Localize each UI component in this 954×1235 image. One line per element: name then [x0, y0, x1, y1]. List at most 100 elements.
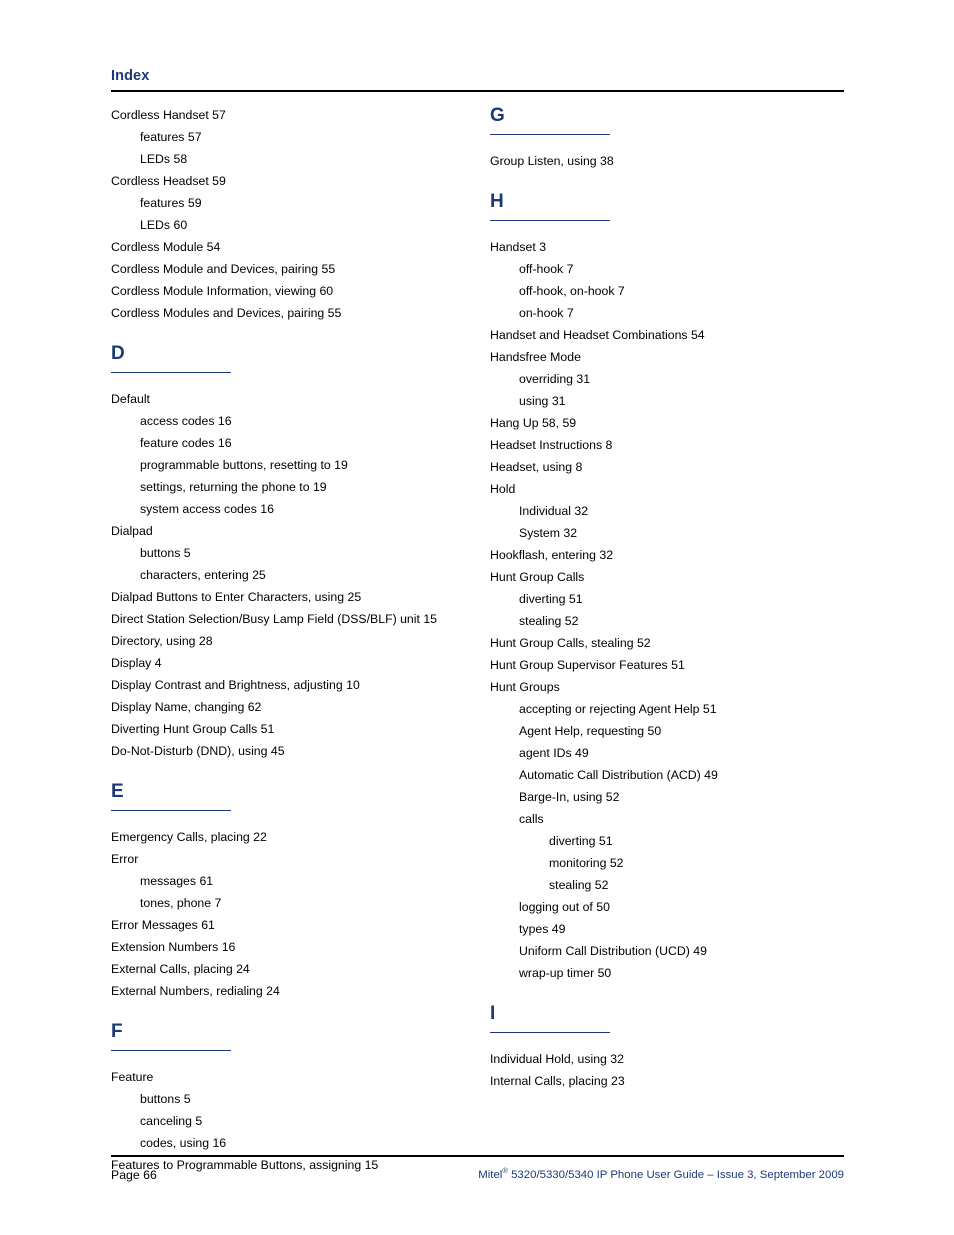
index-entry[interactable]: LEDs 60	[111, 214, 491, 236]
index-entry[interactable]: Error	[111, 848, 491, 870]
index-page: Index Cordless Handset 57 features 57 LEDs…	[0, 0, 954, 1235]
letter-heading: H	[490, 191, 504, 212]
index-entry[interactable]: canceling 5	[111, 1110, 491, 1132]
index-entry[interactable]: monitoring 52	[490, 852, 870, 874]
index-entry[interactable]: Cordless Module Information, viewing 60	[111, 280, 491, 302]
index-letter-section-h: H	[490, 190, 870, 221]
index-entry[interactable]: Direct Station Selection/Busy Lamp Field…	[111, 608, 491, 630]
index-entry[interactable]: Hunt Group Calls	[490, 566, 870, 588]
index-entry[interactable]: Default	[111, 388, 491, 410]
index-entry[interactable]: logging out of 50	[490, 896, 870, 918]
index-entry[interactable]: External Calls, placing 24	[111, 958, 491, 980]
index-entry[interactable]: Agent Help, requesting 50	[490, 720, 870, 742]
index-entry[interactable]: system access codes 16	[111, 498, 491, 520]
index-entry[interactable]: Group Listen, using 38	[490, 150, 870, 172]
letter-heading: D	[111, 343, 125, 364]
index-entry[interactable]: Dialpad	[111, 520, 491, 542]
index-entry[interactable]: on-hook 7	[490, 302, 870, 324]
index-entry[interactable]: calls	[490, 808, 870, 830]
index-entry[interactable]: Headset, using 8	[490, 456, 870, 478]
index-entry[interactable]: Individual Hold, using 32	[490, 1048, 870, 1070]
index-entry[interactable]: agent IDs 49	[490, 742, 870, 764]
index-letter-section-f: F	[111, 1020, 491, 1051]
index-entry[interactable]: codes, using 16	[111, 1132, 491, 1154]
index-entry[interactable]: Extension Numbers 16	[111, 936, 491, 958]
footer-guide-text: 5320/5330/5340 IP Phone User Guide – Iss…	[507, 1169, 844, 1181]
index-entry[interactable]: Hold	[490, 478, 870, 500]
footer-page-number: Page 66	[111, 1168, 157, 1182]
index-entry[interactable]: Display Name, changing 62	[111, 696, 491, 718]
index-entry[interactable]: settings, returning the phone to 19	[111, 476, 491, 498]
index-entry[interactable]: feature codes 16	[111, 432, 491, 454]
index-entry[interactable]: off-hook, on-hook 7	[490, 280, 870, 302]
index-entry[interactable]: Cordless Modules and Devices, pairing 55	[111, 302, 491, 324]
index-entry[interactable]: diverting 51	[490, 830, 870, 852]
index-entry[interactable]: buttons 5	[111, 542, 491, 564]
index-entry[interactable]: Cordless Module 54	[111, 236, 491, 258]
index-entry[interactable]: Cordless Handset 57	[111, 104, 491, 126]
index-entry[interactable]: diverting 51	[490, 588, 870, 610]
index-entry[interactable]: messages 61	[111, 870, 491, 892]
index-entry[interactable]: off-hook 7	[490, 258, 870, 280]
page-footer: Page 66 Mitel® 5320/5330/5340 IP Phone U…	[111, 1166, 844, 1184]
index-entry[interactable]: stealing 52	[490, 610, 870, 632]
index-entry[interactable]: System 32	[490, 522, 870, 544]
index-entry[interactable]: Do-Not-Disturb (DND), using 45	[111, 740, 491, 762]
index-entry[interactable]: features 57	[111, 126, 491, 148]
index-entry[interactable]: Emergency Calls, placing 22	[111, 826, 491, 848]
index-entry[interactable]: stealing 52	[490, 874, 870, 896]
index-letter-section-e: E	[111, 780, 491, 811]
index-entry[interactable]: tones, phone 7	[111, 892, 491, 914]
index-entry[interactable]: Handset 3	[490, 236, 870, 258]
index-entry[interactable]: buttons 5	[111, 1088, 491, 1110]
index-entry[interactable]: Handsfree Mode	[490, 346, 870, 368]
index-entry[interactable]: Directory, using 28	[111, 630, 491, 652]
index-entry[interactable]: types 49	[490, 918, 870, 940]
index-entry[interactable]: Error Messages 61	[111, 914, 491, 936]
index-entry[interactable]: Cordless Module and Devices, pairing 55	[111, 258, 491, 280]
index-entry[interactable]: Diverting Hunt Group Calls 51	[111, 718, 491, 740]
page-header: Index	[111, 68, 844, 92]
index-entry[interactable]: programmable buttons, resetting to 19	[111, 454, 491, 476]
index-entry[interactable]: Hookflash, entering 32	[490, 544, 870, 566]
index-entry[interactable]: Automatic Call Distribution (ACD) 49	[490, 764, 870, 786]
index-entry[interactable]: features 59	[111, 192, 491, 214]
footer-divider	[111, 1155, 844, 1157]
index-entry[interactable]: characters, entering 25	[111, 564, 491, 586]
index-entry[interactable]: Individual 32	[490, 500, 870, 522]
index-entry[interactable]: Uniform Call Distribution (UCD) 49	[490, 940, 870, 962]
index-entry[interactable]: LEDs 58	[111, 148, 491, 170]
index-entry[interactable]: Display Contrast and Brightness, adjusti…	[111, 674, 491, 696]
index-entry[interactable]: Cordless Headset 59	[111, 170, 491, 192]
index-column-left: Cordless Handset 57 features 57 LEDs 58 Cor…	[111, 104, 491, 1176]
index-entry[interactable]: using 31	[490, 390, 870, 412]
index-entry[interactable]: accepting or rejecting Agent Help 51	[490, 698, 870, 720]
index-entry[interactable]: Dialpad Buttons to Enter Characters, usi…	[111, 586, 491, 608]
index-entry[interactable]: Hunt Group Supervisor Features 51	[490, 654, 870, 676]
index-entry[interactable]: Hunt Groups	[490, 676, 870, 698]
index-entry[interactable]: access codes 16	[111, 410, 491, 432]
index-entry[interactable]: Hang Up 58, 59	[490, 412, 870, 434]
index-letter-section-d: D	[111, 342, 491, 373]
index-entry[interactable]: Display 4	[111, 652, 491, 674]
index-entry[interactable]: wrap-up timer 50	[490, 962, 870, 984]
header-divider	[111, 90, 844, 92]
index-entry[interactable]: External Numbers, redialing 24	[111, 980, 491, 1002]
letter-heading: I	[490, 1003, 496, 1024]
index-entry[interactable]: Feature	[111, 1066, 491, 1088]
index-entry[interactable]: Barge-In, using 52	[490, 786, 870, 808]
index-entry[interactable]: Headset Instructions 8	[490, 434, 870, 456]
index-column-right: G Group Listen, using 38 H Handset 3 off-hoo…	[490, 104, 870, 1092]
index-entry[interactable]: overriding 31	[490, 368, 870, 390]
index-entry[interactable]: Handset and Headset Combinations 54	[490, 324, 870, 346]
page-title: Index	[111, 68, 150, 84]
index-entry[interactable]: Internal Calls, placing 23	[490, 1070, 870, 1092]
index-entry[interactable]: Hunt Group Calls, stealing 52	[490, 632, 870, 654]
